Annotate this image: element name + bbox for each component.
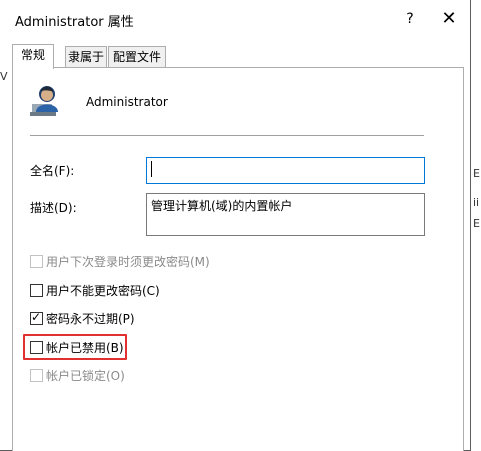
- help-button[interactable]: ?: [402, 10, 418, 28]
- cannot-change-password-label: 用户不能更改密码(C): [46, 283, 160, 298]
- description-label: 描述(D):: [30, 201, 77, 215]
- cannot-change-password-option[interactable]: 用户不能更改密码(C): [30, 281, 160, 299]
- highlight-box: [23, 334, 127, 360]
- user-name: Administrator: [86, 95, 168, 109]
- separator: [30, 135, 424, 136]
- cannot-change-password-checkbox[interactable]: [30, 283, 43, 297]
- must-change-password-label: 用户下次登录时须更改密码(M): [46, 254, 210, 269]
- must-change-password-checkbox: [30, 254, 43, 268]
- full-name-input[interactable]: [146, 157, 425, 184]
- tab-profile[interactable]: 配置文件: [108, 46, 166, 67]
- background-text: V: [0, 70, 8, 83]
- password-never-expires-checkbox[interactable]: ✓: [30, 309, 43, 325]
- user-account-icon: [30, 82, 64, 118]
- background-text: ii: [473, 196, 480, 209]
- background-text: E: [473, 167, 480, 180]
- account-locked-checkbox: [30, 368, 43, 382]
- password-never-expires-label: 密码永不过期(P): [46, 311, 135, 326]
- title-bar: Administrator 属性 ? ✕: [0, 0, 470, 38]
- checkmark-icon: ✓: [31, 309, 42, 324]
- password-never-expires-option[interactable]: ✓ 密码永不过期(P): [30, 309, 135, 327]
- must-change-password-option: 用户下次登录时须更改密码(M): [30, 252, 210, 270]
- background-text: E: [473, 217, 480, 230]
- text-caret: [151, 161, 152, 177]
- window-title: Administrator 属性: [15, 15, 134, 30]
- description-value: 管理计算机(域)的内置帐户: [151, 199, 293, 213]
- close-button[interactable]: ✕: [437, 8, 461, 30]
- properties-dialog: Administrator 属性 ? ✕ V 常规 隶属于 配置文件 Admin…: [0, 0, 471, 451]
- full-name-label: 全名(F):: [30, 164, 75, 178]
- account-locked-label: 帐户已锁定(O): [46, 368, 125, 383]
- account-locked-option: 帐户已锁定(O): [30, 366, 125, 384]
- tab-member-of[interactable]: 隶属于: [65, 46, 107, 67]
- description-input[interactable]: 管理计算机(域)的内置帐户: [146, 193, 425, 236]
- tab-general[interactable]: 常规: [12, 44, 54, 69]
